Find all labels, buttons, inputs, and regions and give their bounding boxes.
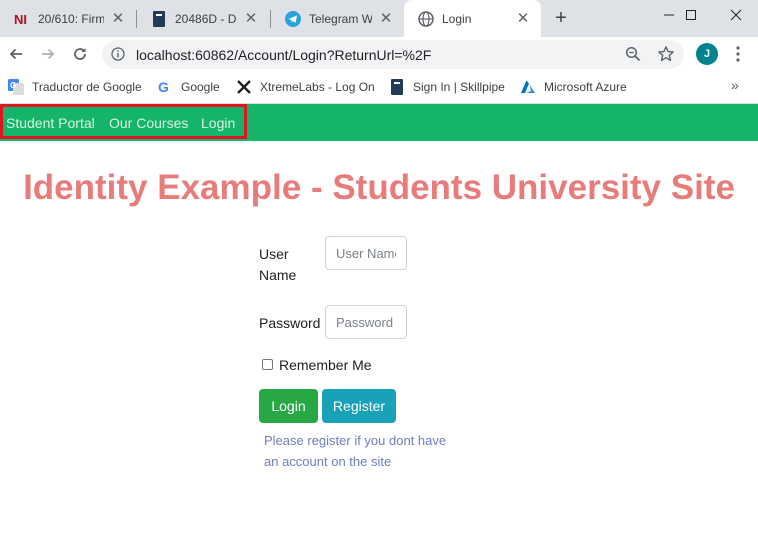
svg-text:G: G	[158, 79, 169, 95]
bookmark-label: Traductor de Google	[32, 80, 142, 94]
bookmark-skillpipe[interactable]: Sign In | Skillpipe	[389, 78, 505, 96]
svg-text:NI: NI	[14, 12, 27, 26]
back-icon[interactable]	[3, 41, 29, 67]
username-input[interactable]	[325, 236, 407, 270]
tab-title: 20486D - Dev	[175, 11, 237, 26]
new-tab-button[interactable]: +	[551, 8, 571, 28]
tab-strip: NI 20/610: Firma ✕ 20486D - Dev ✕ Telegr…	[0, 0, 758, 37]
close-icon[interactable]: ✕	[515, 10, 531, 27]
remember-me-checkbox[interactable]	[262, 359, 273, 370]
maximize-icon[interactable]	[668, 0, 713, 30]
bookmark-xtremelabs[interactable]: XtremeLabs - Log On	[236, 78, 375, 96]
close-icon[interactable]: ✕	[110, 10, 126, 27]
tab-title: 20/610: Firma	[38, 11, 104, 26]
tab-telegram[interactable]: Telegram Web ✕	[271, 0, 404, 37]
register-button[interactable]: Register	[322, 389, 396, 423]
page-title: Identity Example - Students University S…	[23, 168, 735, 207]
google-icon: G	[157, 79, 173, 95]
reload-icon[interactable]	[67, 41, 93, 67]
login-button[interactable]: Login	[259, 389, 318, 423]
nav-link-login[interactable]: Login	[201, 115, 235, 131]
kebab-menu-icon[interactable]	[730, 45, 746, 63]
remember-me-label[interactable]: Remember Me	[279, 357, 372, 373]
register-hint-text: Please register if you dont have an acco…	[264, 433, 447, 469]
azure-icon	[520, 79, 536, 95]
bookmark-label: Sign In | Skillpipe	[413, 80, 505, 94]
ni-logo-icon: NI	[14, 11, 30, 27]
nav-link-student-portal[interactable]: Student Portal	[6, 115, 95, 131]
bookmark-azure[interactable]: Microsoft Azure	[520, 78, 627, 96]
info-icon[interactable]	[111, 47, 125, 61]
username-label-line1: User	[259, 246, 289, 262]
bookmark-google[interactable]: G Google	[157, 78, 220, 96]
google-translate-icon: G	[8, 79, 24, 95]
tab-firma[interactable]: NI 20/610: Firma ✕	[0, 0, 136, 37]
star-icon[interactable]	[657, 45, 675, 63]
bookmarks-bar: G Traductor de Google G Google XtremeLab…	[0, 72, 758, 104]
password-input[interactable]	[325, 305, 407, 339]
svg-text:G: G	[10, 81, 16, 90]
more-bookmarks-button[interactable]: »	[731, 77, 739, 93]
profile-avatar[interactable]: J	[696, 43, 718, 65]
close-icon[interactable]: ✕	[378, 10, 394, 27]
forward-icon[interactable]	[35, 41, 61, 67]
book-icon	[151, 10, 167, 27]
telegram-icon	[285, 10, 301, 27]
x-logo-icon	[236, 79, 252, 95]
bookmark-label: Google	[181, 80, 220, 94]
zoom-icon[interactable]	[625, 46, 641, 62]
url-text[interactable]: localhost:60862/Account/Login?ReturnUrl=…	[136, 47, 431, 63]
bookmark-label: XtremeLabs - Log On	[260, 80, 375, 94]
tab-dev[interactable]: 20486D - Dev ✕	[137, 0, 269, 37]
nav-link-our-courses[interactable]: Our Courses	[109, 115, 188, 131]
username-label-line2: Name	[259, 267, 297, 283]
browser-toolbar: localhost:60862/Account/Login?ReturnUrl=…	[0, 37, 758, 72]
bookmark-label: Microsoft Azure	[544, 80, 627, 94]
window-close-icon[interactable]	[713, 0, 758, 30]
tab-title: Telegram Web	[309, 11, 372, 26]
globe-icon	[418, 10, 434, 27]
book-icon	[389, 79, 405, 95]
password-label: Password	[259, 315, 321, 331]
tab-title: Login	[442, 11, 472, 26]
tab-login[interactable]: Login ✕	[404, 0, 541, 37]
bookmark-google-translate[interactable]: G Traductor de Google	[8, 78, 142, 96]
close-icon[interactable]: ✕	[243, 10, 259, 27]
address-bar[interactable]: localhost:60862/Account/Login?ReturnUrl=…	[102, 40, 684, 69]
